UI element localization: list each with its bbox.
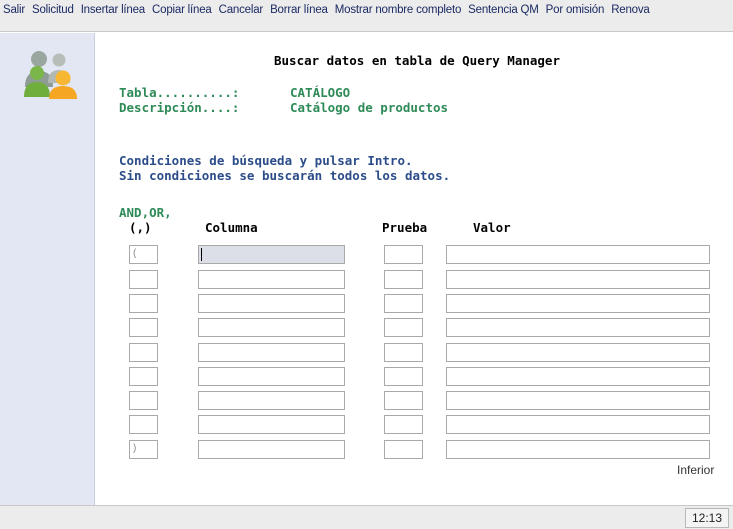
prueba-field[interactable] — [384, 391, 423, 410]
paren-header: (,) — [129, 220, 152, 235]
valor-field[interactable] — [446, 415, 710, 434]
prueba-field[interactable] — [384, 294, 423, 313]
columna-field[interactable] — [198, 245, 345, 264]
menu-cancelar[interactable]: Cancelar — [215, 0, 264, 18]
prueba-field[interactable] — [384, 415, 423, 434]
connector-field[interactable] — [129, 343, 158, 362]
columna-field[interactable] — [198, 318, 345, 337]
connector-field[interactable] — [129, 367, 158, 386]
columna-field[interactable] — [198, 391, 345, 410]
menu-sentencia-qm[interactable]: Sentencia QM — [464, 0, 539, 18]
valor-field[interactable] — [446, 440, 710, 459]
connector-field[interactable] — [129, 270, 158, 289]
columna-field[interactable] — [198, 270, 345, 289]
text-cursor — [201, 248, 202, 261]
columna-field[interactable] — [198, 415, 345, 434]
clock: 12:13 — [684, 508, 729, 528]
columna-field[interactable] — [198, 367, 345, 386]
instruction-line-2: Sin condiciones se buscarán todos los da… — [119, 168, 451, 183]
valor-field[interactable] — [446, 391, 710, 410]
menu-mostrar-nombre-completo[interactable]: Mostrar nombre completo — [331, 0, 462, 18]
descripcion-label: Descripción....: — [119, 100, 240, 115]
columna-field[interactable] — [198, 440, 345, 459]
menu-solicitud[interactable]: Solicitud — [28, 0, 74, 18]
screen-title: Buscar datos en tabla de Query Manager — [274, 53, 560, 68]
prueba-field[interactable] — [384, 318, 423, 337]
menu-insertar-linea[interactable]: Insertar línea — [77, 0, 146, 18]
sidebar — [0, 33, 95, 505]
connector-field[interactable] — [129, 415, 158, 434]
columna-field[interactable] — [198, 294, 345, 313]
columna-header: Columna — [205, 220, 258, 235]
valor-field[interactable] — [446, 318, 710, 337]
more-indicator: Inferior — [677, 463, 715, 477]
andor-header: AND,OR, — [119, 205, 172, 220]
valor-field[interactable] — [446, 343, 710, 362]
connector-field[interactable] — [129, 294, 158, 313]
instruction-line-1: Condiciones de búsqueda y pulsar Intro. — [119, 153, 413, 168]
menu-bar: Salir Solicitud Insertar línea Copiar lí… — [0, 0, 733, 32]
connector-value: ( — [133, 248, 137, 259]
main-panel: Buscar datos en tabla de Query Manager T… — [96, 33, 733, 505]
prueba-field[interactable] — [384, 367, 423, 386]
tabla-label: Tabla..........: — [119, 85, 240, 100]
menu-copiar-linea[interactable]: Copiar línea — [148, 0, 212, 18]
prueba-field[interactable] — [384, 440, 423, 459]
tabla-value: CATÁLOGO — [290, 85, 351, 100]
valor-field[interactable] — [446, 270, 710, 289]
prueba-field[interactable] — [384, 270, 423, 289]
connector-field[interactable]: ) — [129, 440, 158, 459]
valor-field[interactable] — [446, 245, 710, 264]
valor-field[interactable] — [446, 367, 710, 386]
users-icon — [24, 51, 77, 99]
connector-field[interactable] — [129, 391, 158, 410]
menu-renovar[interactable]: Renova — [607, 0, 650, 18]
connector-field[interactable]: ( — [129, 245, 158, 264]
descripcion-value: Catálogo de productos — [290, 100, 449, 115]
status-bar: 12:13 — [0, 505, 733, 529]
menu-borrar-linea[interactable]: Borrar línea — [266, 0, 328, 18]
prueba-field[interactable] — [384, 343, 423, 362]
valor-header: Valor — [473, 220, 511, 235]
valor-field[interactable] — [446, 294, 710, 313]
columna-field[interactable] — [198, 343, 345, 362]
menu-salir[interactable]: Salir — [0, 0, 25, 18]
prueba-header: Prueba — [382, 220, 428, 235]
menu-por-omision[interactable]: Por omisión — [542, 0, 605, 18]
connector-field[interactable] — [129, 318, 158, 337]
connector-value: ) — [133, 443, 137, 454]
prueba-field[interactable] — [384, 245, 423, 264]
